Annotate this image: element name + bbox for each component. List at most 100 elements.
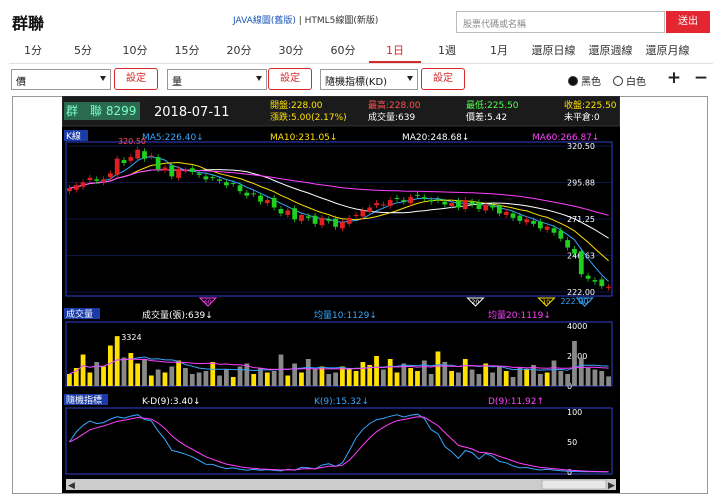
y-tick-label: 2000 [567, 352, 587, 361]
period-tab[interactable]: 10分 [109, 39, 161, 63]
scroll-right-icon[interactable]: ▶ [608, 481, 615, 491]
volume-bar [333, 372, 338, 386]
candle-body [476, 202, 482, 209]
candle-body [606, 286, 611, 288]
candle-body [210, 177, 216, 179]
candle-body [230, 183, 236, 185]
candle-body [374, 203, 379, 206]
period-tab[interactable]: 15分 [161, 39, 213, 63]
price-settings-button[interactable]: 設定 [114, 68, 158, 90]
candle-body [135, 149, 141, 159]
volume-bar [346, 368, 352, 386]
volume-bar [469, 369, 475, 386]
volume-bar [428, 374, 434, 386]
candle-body [258, 195, 263, 202]
period-tab[interactable]: 還原週線 [582, 39, 639, 63]
scrollbar-thumb[interactable] [541, 479, 607, 490]
zoom-in-button[interactable]: + [664, 68, 684, 90]
indicator-settings-button[interactable]: 設定 [421, 68, 465, 90]
candle-body [421, 197, 427, 199]
candle-body [346, 217, 352, 224]
candle-body [271, 197, 277, 208]
volume-bar [585, 368, 591, 386]
candle-body [264, 200, 270, 204]
volume-bar [285, 375, 291, 386]
period-tab[interactable]: 20分 [213, 39, 265, 63]
candle-body [449, 203, 455, 207]
volume-bar [326, 374, 332, 386]
candle-body [387, 200, 393, 207]
volume-bar [456, 372, 461, 386]
period-tab[interactable]: 1日 [369, 39, 421, 63]
candle-body [469, 201, 475, 205]
scroll-left-icon[interactable]: ◀ [68, 481, 75, 491]
period-tab[interactable]: 1週 [421, 39, 473, 63]
y-tick-label: 4000 [567, 322, 587, 331]
volume-bar [319, 366, 325, 386]
period-tab[interactable]: 5分 [57, 39, 109, 63]
black-theme-radio[interactable]: 黑色 [568, 73, 601, 88]
zoom-out-button[interactable]: − [691, 68, 711, 90]
period-tab[interactable]: 60分 [317, 39, 369, 63]
html5-chart-link[interactable]: HTML5線圖(新版) [305, 16, 379, 26]
high-price: 最高:228.00 [368, 99, 421, 111]
volume-bar [299, 372, 304, 386]
stock-chart[interactable]: 群 聯 8299 2018-07-11 開盤:228.00 漲跌:5.00(2.… [62, 96, 620, 493]
volume-bar [544, 372, 550, 386]
candle-body [415, 194, 420, 196]
java-chart-link[interactable]: JAVA線圖(舊版) [233, 16, 296, 26]
search-input[interactable]: 股票代碼或名稱 [456, 11, 665, 33]
candle-body [531, 220, 536, 224]
chevron-down-icon [407, 76, 413, 81]
k-legend: K(9):15.32↓ [314, 397, 369, 407]
candle-body [299, 214, 304, 221]
indicator-select[interactable]: 隨機指標(KD) [320, 69, 418, 90]
candle-body [333, 218, 338, 227]
price-spread: 價差:5.42 [466, 111, 507, 123]
volume-bar [380, 369, 386, 386]
volume-bar [80, 354, 86, 386]
y-tick-label: 100 [567, 408, 582, 417]
volume-bar [87, 372, 93, 386]
volume-bar [305, 359, 311, 386]
period-tab[interactable]: 1月 [473, 39, 525, 63]
search-submit-button[interactable]: 送出 [666, 11, 710, 33]
kd-panel-label: 隨機指標 [66, 394, 102, 406]
volume-bar [374, 356, 379, 386]
period-tab[interactable]: 30分 [265, 39, 317, 63]
volume-bar [531, 365, 536, 386]
candle-body [223, 182, 229, 186]
candle-body [87, 177, 93, 181]
candle-body [456, 200, 461, 208]
radio-label: 黑色 [581, 77, 601, 88]
volume-settings-button[interactable]: 設定 [268, 68, 312, 90]
candle-body [592, 280, 598, 282]
volume-bar [148, 375, 154, 386]
volume-indicator-select[interactable]: 量 [167, 69, 267, 90]
candle-body [305, 216, 311, 218]
volume-bar [340, 366, 345, 386]
period-tab[interactable]: 還原月線 [639, 39, 696, 63]
volume-ma10-legend: 均量10:1129↓ [314, 309, 377, 321]
chart-scrollbar[interactable] [66, 479, 616, 490]
candle-body [340, 222, 345, 229]
period-tab[interactable]: 還原日線 [525, 39, 582, 63]
volume-bar [496, 366, 502, 386]
volume-bar [517, 368, 523, 386]
chart-version-links: JAVA線圖(舊版) | HTML5線圖(新版) [233, 13, 378, 26]
volume-bar [203, 371, 209, 386]
volume-bar [510, 377, 516, 386]
candle-body [114, 158, 120, 175]
volume-bar [196, 372, 202, 386]
y-tick-label: 320.50 [567, 142, 595, 151]
volume-bar [537, 374, 543, 386]
open-interest: 未平倉:0 [564, 111, 600, 123]
y-tick-label: 0 [567, 468, 572, 477]
price-indicator-select[interactable]: 價 [11, 69, 111, 90]
volume-bar [230, 377, 236, 386]
white-theme-radio[interactable]: 白色 [613, 73, 646, 88]
candle-body [128, 157, 134, 161]
radio-label: 白色 [626, 77, 646, 88]
candle-body [572, 249, 577, 254]
period-tab[interactable]: 1分 [9, 39, 57, 63]
